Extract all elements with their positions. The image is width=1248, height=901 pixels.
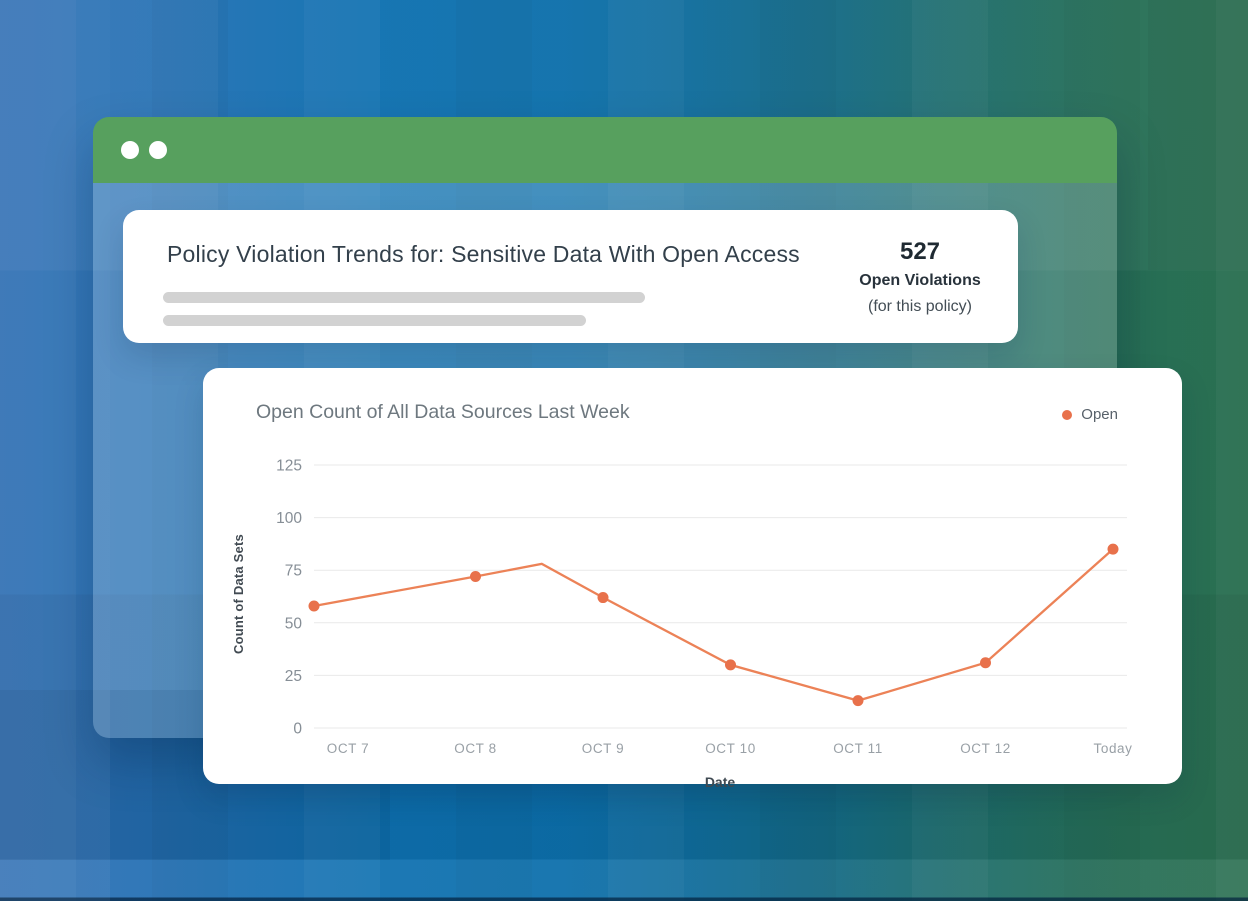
svg-text:25: 25	[285, 668, 302, 685]
policy-card-title: Policy Violation Trends for: Sensitive D…	[167, 241, 800, 268]
svg-text:Today: Today	[1093, 741, 1132, 756]
mosaic-tile	[1148, 0, 1248, 270]
x-axis-title: Date	[313, 774, 1127, 790]
open-violations-stat: 527 Open Violations (for this policy)	[830, 238, 1010, 316]
chart-card: Open Count of All Data Sources Last Week…	[203, 368, 1182, 784]
svg-text:OCT 11: OCT 11	[833, 741, 883, 756]
stat-label: Open Violations	[830, 272, 1010, 290]
svg-text:OCT 10: OCT 10	[705, 741, 756, 756]
window-titlebar	[93, 117, 1117, 183]
line-chart[interactable]: 0 25 50 75 100 125 OCT 7 OCT 8 OCT 9 OCT 10 OCT 11…	[203, 368, 1182, 798]
svg-text:125: 125	[276, 458, 302, 475]
skeleton-bar	[163, 292, 645, 303]
window-dot-icon[interactable]	[121, 141, 139, 159]
svg-text:OCT 7: OCT 7	[327, 741, 370, 756]
svg-text:75: 75	[285, 563, 302, 580]
skeleton-bar	[163, 315, 586, 326]
svg-text:OCT 9: OCT 9	[582, 741, 625, 756]
policy-summary-card: Policy Violation Trends for: Sensitive D…	[123, 210, 1018, 343]
svg-text:100: 100	[276, 510, 302, 527]
stat-value: 527	[830, 238, 1010, 266]
svg-text:0: 0	[293, 721, 302, 738]
svg-text:OCT 12: OCT 12	[960, 741, 1011, 756]
svg-text:50: 50	[285, 615, 303, 632]
stat-sublabel: (for this policy)	[830, 298, 1010, 316]
svg-text:OCT 8: OCT 8	[454, 741, 497, 756]
background-mosaic: Policy Violation Trends for: Sensitive D…	[0, 0, 1248, 901]
window-controls	[121, 141, 167, 159]
window-dot-icon[interactable]	[149, 141, 167, 159]
